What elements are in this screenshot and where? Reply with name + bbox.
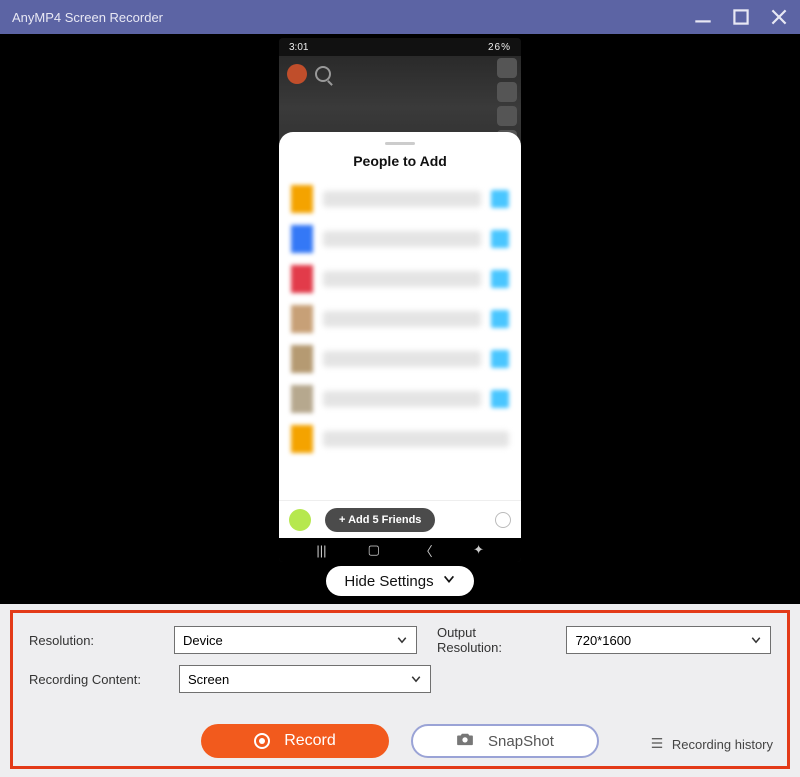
resolution-label: Resolution:: [29, 633, 154, 648]
status-time: 3:01: [289, 42, 308, 53]
flip-camera-icon: [497, 82, 517, 102]
snapshot-label: SnapShot: [488, 733, 554, 750]
add-friend-icon: [497, 58, 517, 78]
list-item: [291, 259, 509, 299]
output-resolution-value: 720*1600: [575, 633, 631, 648]
phone-mirror[interactable]: 3:01 26% People to Add: [279, 38, 521, 562]
add-friends-button[interactable]: + Add 5 Friends: [325, 508, 435, 532]
list-item: [291, 339, 509, 379]
hide-settings-label: Hide Settings: [344, 573, 433, 590]
record-label: Record: [284, 732, 336, 750]
snapshot-button[interactable]: SnapShot: [411, 724, 599, 758]
profile-avatar-icon: [287, 64, 307, 84]
output-resolution-label: Output Resolution:: [437, 625, 541, 655]
recording-content-value: Screen: [188, 672, 229, 687]
phone-statusbar: 3:01 26%: [279, 38, 521, 56]
resolution-select[interactable]: Device: [174, 626, 417, 654]
back-icon: 〈: [416, 541, 436, 560]
self-avatar-icon: [289, 509, 311, 531]
titlebar: AnyMP4 Screen Recorder: [0, 0, 800, 34]
record-icon: [254, 733, 270, 749]
sheet-title: People to Add: [279, 153, 521, 169]
recording-history-label: Recording history: [672, 737, 773, 752]
settings-panel-wrap: Resolution: Device Output Resolution: 72…: [0, 604, 800, 777]
sheet-footer: + Add 5 Friends: [279, 500, 521, 538]
recording-content-select[interactable]: Screen: [179, 665, 431, 693]
status-battery: 26%: [488, 42, 511, 53]
bottom-sheet: People to Add + Add 5 Friends: [279, 132, 521, 538]
recording-content-label: Recording Content:: [29, 672, 159, 687]
maximize-button[interactable]: [730, 6, 752, 28]
window-controls: [692, 6, 790, 28]
camera-icon: [456, 732, 474, 750]
resolution-value: Device: [183, 633, 223, 648]
chevron-down-icon: [396, 634, 408, 649]
list-item: [291, 419, 509, 459]
chevron-down-icon: [750, 634, 762, 649]
phone-navbar: ||| ▢ 〈 ✦: [279, 538, 521, 562]
minimize-button[interactable]: [692, 6, 714, 28]
record-button[interactable]: Record: [201, 724, 389, 758]
search-icon: [315, 66, 331, 82]
flash-icon: [497, 106, 517, 126]
recents-icon: |||: [311, 543, 331, 558]
close-button[interactable]: [768, 6, 790, 28]
home-icon: ▢: [364, 542, 384, 558]
sheet-handle-icon: [385, 142, 415, 145]
list-item: [291, 299, 509, 339]
phone-preview-area: 3:01 26% People to Add: [0, 34, 800, 604]
output-resolution-select[interactable]: 720*1600: [566, 626, 771, 654]
window-title: AnyMP4 Screen Recorder: [12, 10, 692, 25]
people-list: [279, 179, 521, 500]
list-item: [291, 379, 509, 419]
chevron-down-icon: [410, 673, 422, 688]
hide-settings-button[interactable]: Hide Settings: [326, 566, 473, 596]
accessibility-icon: ✦: [469, 542, 489, 558]
camera-header: [279, 56, 521, 142]
ghost-icon: [495, 512, 511, 528]
list-icon: [650, 737, 664, 752]
list-item: [291, 179, 509, 219]
list-item: [291, 219, 509, 259]
chevron-down-icon: [442, 572, 456, 590]
settings-panel: Resolution: Device Output Resolution: 72…: [10, 610, 790, 769]
recording-history-link[interactable]: Recording history: [650, 737, 773, 752]
